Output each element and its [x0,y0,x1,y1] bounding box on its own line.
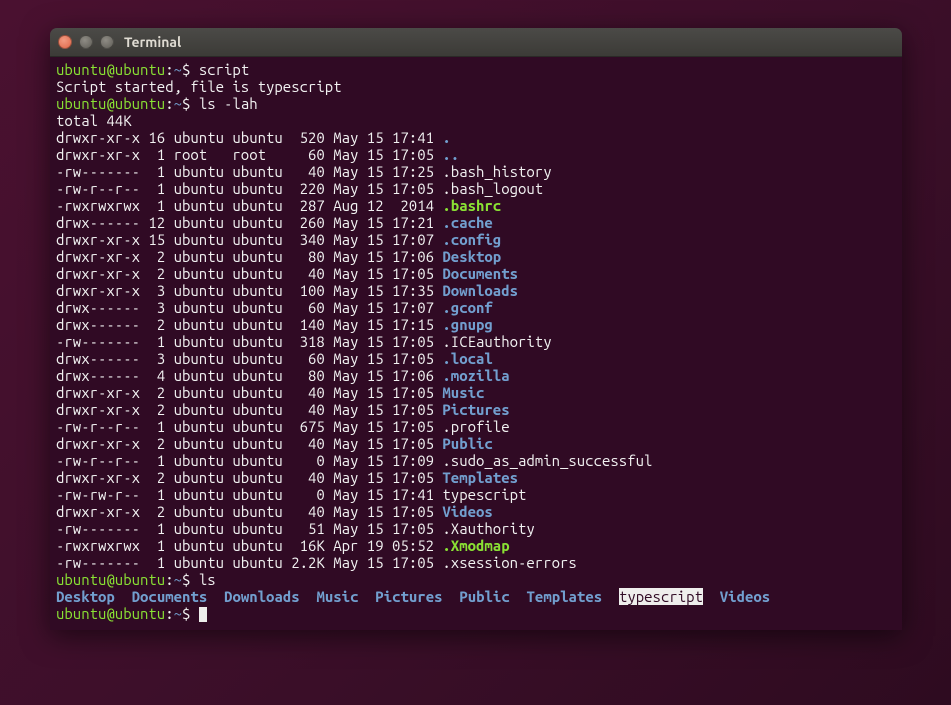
file-name: Desktop [442,248,501,265]
list-row: -rw------- 1 ubuntu ubuntu 318 May 15 17… [56,333,896,350]
command-text: ls -lah [199,95,258,112]
window-buttons [58,35,114,49]
file-name: Documents [132,588,208,605]
list-row: drwxr-xr-x 2 ubuntu ubuntu 40 May 15 17:… [56,435,896,452]
titlebar[interactable]: Terminal [50,28,902,57]
file-name: Public [459,588,509,605]
list-row: -rw-r--r-- 1 ubuntu ubuntu 675 May 15 17… [56,418,896,435]
maximize-icon[interactable] [100,35,114,49]
list-row: -rwxrwxrwx 1 ubuntu ubuntu 287 Aug 12 20… [56,197,896,214]
list-row: -rw------- 1 ubuntu ubuntu 51 May 15 17:… [56,520,896,537]
file-name: Templates [442,469,518,486]
terminal-window: Terminal ubuntu@ubuntu:~$ scriptScript s… [50,28,902,630]
file-name: Documents [442,265,518,282]
output-line: total 44K [56,112,896,129]
file-name: .Xauthority [442,520,534,537]
file-name: .bash_logout [442,180,543,197]
list-row: -rw-r--r-- 1 ubuntu ubuntu 0 May 15 17:0… [56,452,896,469]
file-name: .bash_history [442,163,551,180]
list-row: drwxr-xr-x 2 ubuntu ubuntu 40 May 15 17:… [56,503,896,520]
file-name: .local [442,350,492,367]
file-name: Music [316,588,358,605]
list-row: drwxr-xr-x 2 ubuntu ubuntu 80 May 15 17:… [56,248,896,265]
file-name: Templates [527,588,603,605]
list-row: -rwxrwxrwx 1 ubuntu ubuntu 16K Apr 19 05… [56,537,896,554]
file-name: .gconf [442,299,492,316]
list-row: drwx------ 4 ubuntu ubuntu 80 May 15 17:… [56,367,896,384]
list-row: drwx------ 2 ubuntu ubuntu 140 May 15 17… [56,316,896,333]
file-name: .. [442,146,459,163]
file-name: Videos [720,588,770,605]
list-row: drwxr-xr-x 2 ubuntu ubuntu 40 May 15 17:… [56,401,896,418]
file-name: Pictures [442,401,509,418]
file-name: .bashrc [442,197,501,214]
list-row: -rw------- 1 ubuntu ubuntu 40 May 15 17:… [56,163,896,180]
prompt-userhost: ubuntu@ubuntu [56,61,165,78]
file-name: .config [442,231,501,248]
file-name: .sudo_as_admin_successful [442,452,652,469]
file-name: typescript [442,486,526,503]
list-row: drwxr-xr-x 2 ubuntu ubuntu 40 May 15 17:… [56,469,896,486]
prompt-line: ubuntu@ubuntu:~$ ls -lah [56,95,896,112]
list-row: -rw-rw-r-- 1 ubuntu ubuntu 0 May 15 17:4… [56,486,896,503]
file-name: .Xmodmap [442,537,509,554]
file-name: Pictures [375,588,442,605]
prompt-line: ubuntu@ubuntu:~$ script [56,61,896,78]
file-name: .gnupg [442,316,492,333]
list-row: drwxr-xr-x 15 ubuntu ubuntu 340 May 15 1… [56,231,896,248]
output-line: Script started, file is typescript [56,78,896,95]
prompt-path: ~ [174,61,182,78]
list-row: drwxr-xr-x 1 root root 60 May 15 17:05 .… [56,146,896,163]
file-name: .cache [442,214,492,231]
prompt-line: ubuntu@ubuntu:~$ ls [56,571,896,588]
list-row: drwxr-xr-x 16 ubuntu ubuntu 520 May 15 1… [56,129,896,146]
list-row: drwx------ 12 ubuntu ubuntu 260 May 15 1… [56,214,896,231]
file-name: Videos [442,503,492,520]
close-icon[interactable] [58,35,72,49]
file-name: Desktop [56,588,115,605]
file-name: Downloads [442,282,518,299]
list-row: drwxr-xr-x 2 ubuntu ubuntu 40 May 15 17:… [56,384,896,401]
file-name: .mozilla [442,367,509,384]
prompt-line: ubuntu@ubuntu:~$ [56,605,896,622]
file-name: .xsession-errors [442,554,576,571]
list-row: -rw------- 1 ubuntu ubuntu 2.2K May 15 1… [56,554,896,571]
command-text: script [199,61,249,78]
file-name: .profile [442,418,509,435]
file-name: Public [442,435,492,452]
command-text: ls [199,571,216,588]
terminal-body[interactable]: ubuntu@ubuntu:~$ scriptScript started, f… [50,57,902,630]
minimize-icon[interactable] [79,35,93,49]
list-row: drwx------ 3 ubuntu ubuntu 60 May 15 17:… [56,299,896,316]
list-row: drwx------ 3 ubuntu ubuntu 60 May 15 17:… [56,350,896,367]
list-row: drwxr-xr-x 3 ubuntu ubuntu 100 May 15 17… [56,282,896,299]
list-row: drwxr-xr-x 2 ubuntu ubuntu 40 May 15 17:… [56,265,896,282]
file-name: typescript [619,588,703,605]
ls-listing: drwxr-xr-x 16 ubuntu ubuntu 520 May 15 1… [56,129,896,571]
ls-short-output: Desktop Documents Downloads Music Pictur… [56,588,896,605]
window-title: Terminal [124,34,181,50]
file-name: . [442,129,450,146]
file-name: .ICEauthority [442,333,551,350]
file-name: Music [442,384,484,401]
cursor [199,607,207,622]
file-name: Downloads [224,588,300,605]
list-row: -rw-r--r-- 1 ubuntu ubuntu 220 May 15 17… [56,180,896,197]
